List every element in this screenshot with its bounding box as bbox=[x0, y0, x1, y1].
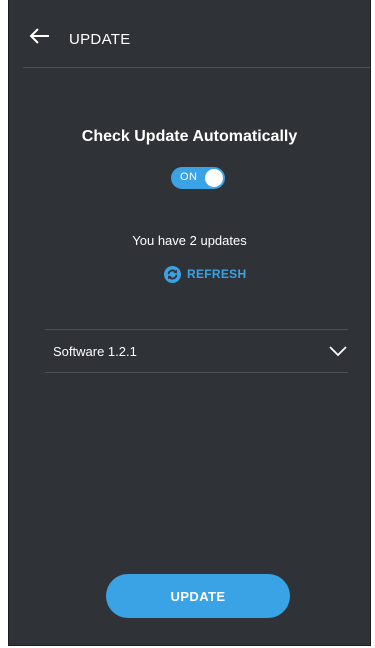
header-divider bbox=[23, 67, 370, 68]
arrow-left-icon bbox=[29, 28, 49, 44]
auto-update-heading: Check Update Automatically bbox=[81, 128, 298, 145]
page-title: UPDATE bbox=[69, 31, 131, 48]
software-version-label: Software 1.2.1 bbox=[53, 344, 137, 359]
update-button[interactable]: UPDATE bbox=[106, 574, 290, 618]
toggle-knob bbox=[205, 169, 223, 187]
update-screen: UPDATE Check Update Automatically ON You… bbox=[8, 0, 371, 646]
back-button[interactable] bbox=[29, 28, 57, 52]
refresh-button[interactable]: REFRESH bbox=[164, 264, 246, 284]
software-bottom-divider bbox=[45, 372, 348, 373]
refresh-icon bbox=[164, 265, 181, 283]
updates-count-message: You have 2 updates bbox=[132, 233, 247, 248]
header: UPDATE bbox=[9, 0, 370, 68]
software-expand-row[interactable]: Software 1.2.1 bbox=[45, 330, 348, 372]
auto-update-toggle[interactable]: ON bbox=[171, 167, 225, 189]
toggle-state-label: ON bbox=[180, 171, 198, 183]
refresh-label: REFRESH bbox=[187, 267, 247, 281]
chevron-down-icon bbox=[328, 344, 348, 358]
